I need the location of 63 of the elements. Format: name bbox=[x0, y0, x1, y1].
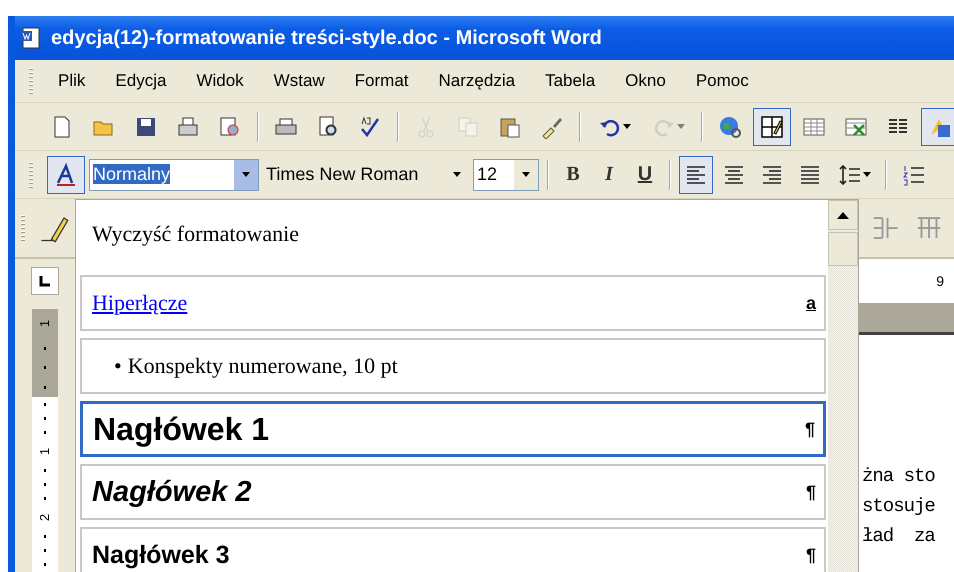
style-type-mark: a bbox=[806, 292, 816, 314]
italic-button[interactable]: I bbox=[593, 158, 625, 192]
menu-item[interactable]: Pomoc bbox=[680, 67, 764, 95]
scroll-up-button[interactable] bbox=[828, 200, 858, 230]
menu-item[interactable]: Edycja bbox=[100, 67, 182, 95]
style-item[interactable]: Nagłówek 3 ¶ bbox=[80, 527, 826, 572]
font-field[interactable]: Times New Roman bbox=[263, 164, 445, 185]
align-button[interactable] bbox=[679, 156, 713, 194]
ruler-number: 1 bbox=[38, 320, 52, 328]
font-size-field[interactable]: 12 bbox=[474, 164, 514, 185]
caret-icon bbox=[622, 124, 630, 129]
up-arrow-icon bbox=[837, 212, 849, 218]
menu-item[interactable]: Plik bbox=[43, 67, 100, 95]
style-name: Wyczyść formatowanie bbox=[92, 221, 299, 247]
caret-icon bbox=[676, 124, 684, 129]
caret-icon bbox=[242, 172, 250, 177]
scroll-thumb[interactable] bbox=[828, 232, 858, 266]
style-name: Konspekty numerowane, 10 pt bbox=[128, 353, 398, 379]
styles-letter-icon bbox=[54, 162, 78, 186]
table-pencil-icon bbox=[760, 114, 784, 138]
ruler-number: 1 bbox=[38, 448, 52, 455]
menu-item[interactable]: Format bbox=[340, 67, 424, 95]
caret-icon bbox=[862, 172, 870, 177]
scrollbar[interactable] bbox=[828, 200, 858, 572]
document-text: żna sto bbox=[862, 465, 936, 487]
caret-icon bbox=[453, 172, 461, 177]
font-size-combo[interactable]: 12 bbox=[473, 158, 539, 190]
style-item[interactable]: Nagłówek 1 ¶ bbox=[80, 401, 826, 457]
line-spacing-icon bbox=[838, 162, 862, 186]
style-name: Nagłówek 1 bbox=[93, 410, 270, 448]
window-title: edycja(12)-formatowanie treści-style.doc - Microsoft Word bbox=[51, 26, 602, 50]
style-name: Nagłówek 2 bbox=[92, 476, 252, 508]
two-pages-icon bbox=[456, 114, 480, 138]
ruler-number: 2 bbox=[38, 514, 52, 522]
bold-button[interactable]: B bbox=[557, 158, 589, 192]
style-type-mark: ¶ bbox=[806, 482, 816, 502]
toolbar-button[interactable] bbox=[753, 108, 791, 146]
style-name: Hiperłącze bbox=[92, 290, 188, 316]
style-item[interactable]: Wyczyść formatowanie bbox=[80, 200, 826, 268]
style-item[interactable]: Nagłówek 2 ¶ bbox=[80, 464, 826, 520]
style-item[interactable]: Hiperłącze a bbox=[80, 275, 826, 331]
style-type-mark: ¶ bbox=[804, 418, 815, 440]
menu-item[interactable]: Tabela bbox=[530, 67, 610, 95]
style-combo[interactable]: Normalny bbox=[89, 158, 259, 190]
style-name: Nagłówek 3 bbox=[92, 540, 230, 570]
document-text: stosuje bbox=[862, 495, 936, 517]
underline-button[interactable]: U bbox=[629, 158, 661, 192]
menu-item[interactable]: Okno bbox=[610, 67, 681, 95]
menu-item[interactable]: Narzędzia bbox=[424, 67, 530, 95]
styles-pane-button[interactable] bbox=[47, 156, 85, 194]
printer-lock-icon bbox=[176, 114, 200, 138]
document-text: ład za bbox=[862, 525, 936, 547]
ruler-number: 9 bbox=[936, 273, 944, 289]
style-type-mark: ¶ bbox=[806, 544, 816, 566]
bullet: • bbox=[114, 353, 122, 379]
left-tab-icon bbox=[39, 275, 51, 287]
menu-item[interactable]: Wstaw bbox=[258, 67, 340, 95]
spell-check-icon bbox=[358, 114, 382, 138]
menu-item[interactable]: Widok bbox=[181, 67, 259, 95]
tab-stop-selector[interactable] bbox=[31, 267, 59, 295]
globe-icon bbox=[718, 114, 742, 138]
caret-icon bbox=[522, 172, 530, 177]
style-item[interactable]: • Konspekty numerowane, 10 pt bbox=[80, 338, 826, 394]
